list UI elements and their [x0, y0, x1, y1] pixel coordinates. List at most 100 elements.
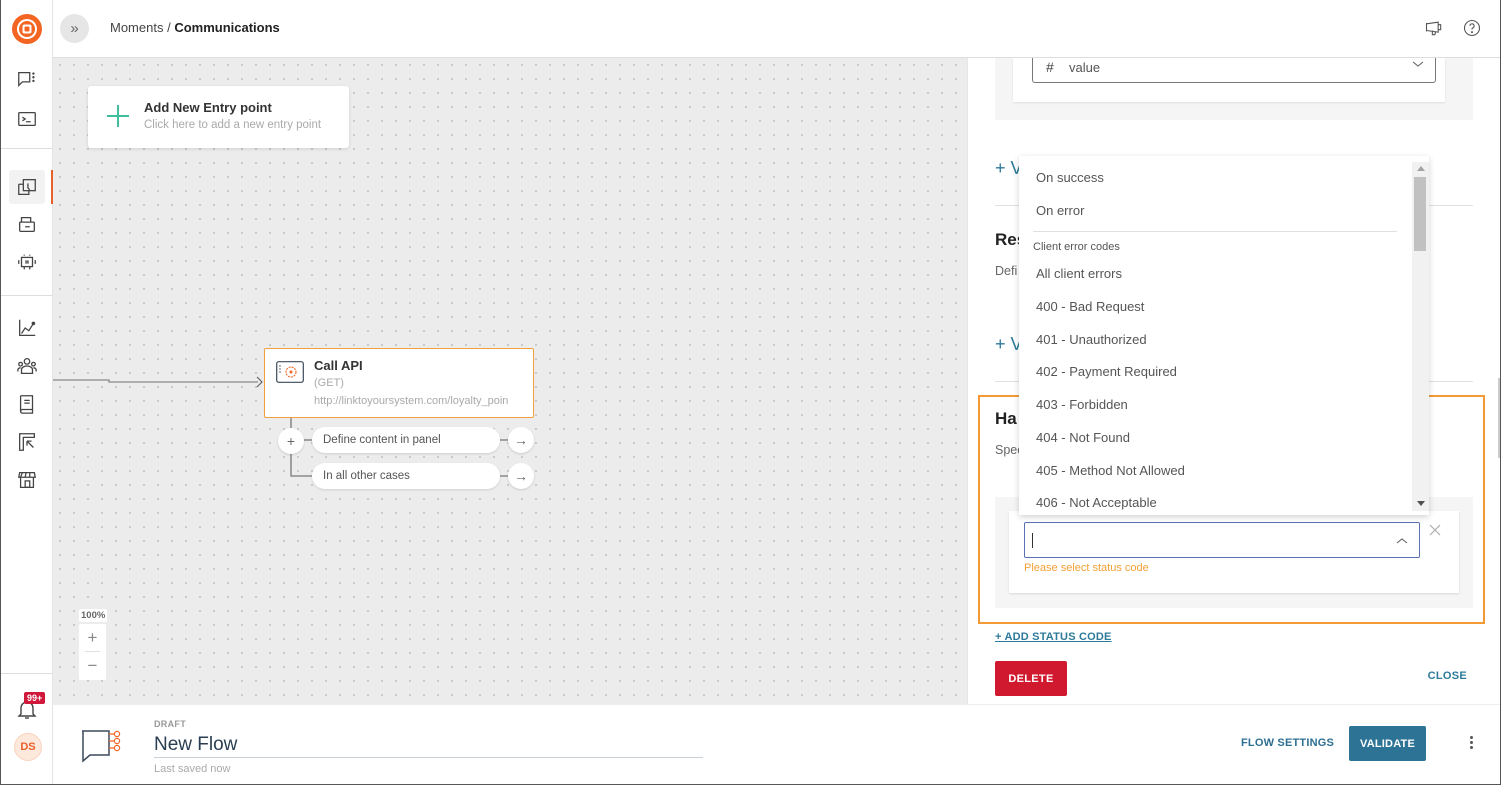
top-bar: » Moments / Communications: [53, 0, 1500, 58]
entry-point-subtitle: Click here to add a new entry point: [144, 119, 322, 131]
status-code-dropdown: On success On error Client error codes A…: [1019, 156, 1429, 515]
plus-icon: +: [286, 433, 296, 449]
brand-logo-icon[interactable]: [12, 14, 42, 44]
rail-item-exports[interactable]: [9, 425, 45, 459]
chevron-up-icon: [1396, 538, 1408, 544]
dropdown-option[interactable]: 406 - Not Acceptable: [1019, 487, 1412, 515]
left-nav-rail: 99+ DS: [1, 0, 53, 784]
bots-icon: [18, 254, 36, 270]
app-window: 99+ DS » Moments / Communications Add Ne…: [0, 0, 1501, 785]
rail-item-broadcast[interactable]: [9, 207, 45, 241]
dropdown-option[interactable]: 403 - Forbidden: [1019, 389, 1412, 422]
dropdown-option[interactable]: On error: [1019, 195, 1412, 228]
zoom-in-button[interactable]: +: [79, 624, 106, 651]
branch-connect-button[interactable]: →: [508, 427, 534, 453]
hash-icon: #: [1046, 59, 1054, 75]
dropdown-option[interactable]: 400 - Bad Request: [1019, 291, 1412, 324]
rail-divider: [1, 295, 53, 296]
rail-active-indicator: [51, 170, 53, 204]
validate-button[interactable]: VALIDATE: [1349, 726, 1426, 761]
zoom-controls: + −: [79, 624, 106, 680]
plus-icon: [107, 105, 129, 127]
rail-item-bots[interactable]: [9, 245, 45, 279]
breadcrumb-parent[interactable]: Moments: [110, 20, 163, 35]
response-section-desc: Defi: [995, 264, 1018, 278]
dropdown-option[interactable]: 405 - Method Not Allowed: [1019, 455, 1412, 488]
rail-divider: [1, 148, 53, 149]
analytics-icon: [19, 319, 36, 336]
add-status-code-link[interactable]: + ADD STATUS CODE: [995, 631, 1112, 643]
flow-canvas[interactable]: Add New Entry point Click here to add a …: [53, 58, 967, 704]
branch-pill[interactable]: Define content in panel: [312, 427, 500, 453]
value-select[interactable]: # value: [1032, 58, 1436, 83]
scroll-up-arrow-icon[interactable]: [1417, 166, 1425, 171]
dropdown-option[interactable]: All client errors: [1019, 258, 1412, 291]
help-icon[interactable]: [1462, 18, 1482, 38]
entry-point-title: Add New Entry point: [144, 100, 272, 115]
conversations-icon: [18, 72, 35, 88]
dropdown-divider: [1033, 231, 1397, 233]
text-caret: [1032, 533, 1033, 548]
announcement-icon[interactable]: [1424, 18, 1444, 38]
dropdown-option[interactable]: 404 - Not Found: [1019, 422, 1412, 455]
more-options-icon[interactable]: [1466, 734, 1476, 754]
console-icon: [18, 111, 36, 127]
rail-item-console[interactable]: [9, 102, 45, 136]
flow-footer: DRAFT New Flow Last saved now FLOW SETTI…: [53, 704, 1500, 784]
flow-settings-button[interactable]: FLOW SETTINGS: [1241, 737, 1334, 749]
user-avatar[interactable]: DS: [14, 733, 42, 761]
exports-icon: [19, 433, 35, 451]
node-title: Call API: [314, 358, 363, 373]
flow-chat-icon: [82, 730, 121, 763]
dropdown-scrollbar[interactable]: [1412, 162, 1429, 511]
arrow-right-icon: →: [514, 468, 528, 484]
docs-icon: [19, 395, 34, 414]
expand-sidebar-button[interactable]: »: [60, 14, 89, 43]
moments-icon: [18, 179, 36, 195]
notifications-badge: 99+: [24, 692, 46, 704]
call-api-node[interactable]: Call API (GET) http://linktoyoursystem.c…: [264, 348, 534, 418]
rail-item-docs[interactable]: [9, 387, 45, 421]
handle-section-title: Ha: [995, 409, 1017, 428]
breadcrumb-current: Communications: [174, 20, 280, 35]
dropdown-option[interactable]: 402 - Payment Required: [1019, 356, 1412, 389]
breadcrumb-separator: /: [163, 20, 175, 35]
arrow-right-icon: →: [514, 432, 528, 448]
rail-item-people[interactable]: [9, 349, 45, 383]
dropdown-option[interactable]: 401 - Unauthorized: [1019, 324, 1412, 357]
close-icon[interactable]: [1429, 524, 1441, 536]
dropdown-group-label: Client error codes: [1033, 241, 1120, 254]
rail-item-conversations[interactable]: [9, 63, 45, 97]
chevron-down-icon: [1412, 61, 1424, 67]
people-icon: [17, 358, 37, 374]
rail-item-analytics[interactable]: [9, 311, 45, 345]
branch-pill[interactable]: In all other cases: [312, 463, 500, 489]
last-saved-text: Last saved now: [154, 763, 231, 775]
add-branch-button[interactable]: +: [278, 428, 304, 454]
node-url: http://linktoyoursystem.com/loyalty_poin: [314, 395, 509, 407]
broadcast-icon: [19, 216, 35, 232]
add-entry-point-card[interactable]: Add New Entry point Click here to add a …: [88, 86, 349, 148]
dropdown-scroll-thumb[interactable]: [1414, 177, 1426, 251]
node-method: (GET): [314, 377, 344, 389]
status-code-select[interactable]: [1024, 522, 1420, 558]
top-icons: [1424, 18, 1482, 38]
store-icon: [17, 472, 37, 488]
status-code-error: Please select status code: [1024, 562, 1149, 574]
breadcrumb: Moments / Communications: [110, 20, 280, 35]
double-chevron-right-icon: »: [70, 20, 79, 37]
scroll-down-arrow-icon[interactable]: [1417, 501, 1425, 506]
delete-button[interactable]: DELETE: [995, 661, 1067, 696]
rail-item-moments[interactable]: [9, 170, 45, 204]
dropdown-option[interactable]: On success: [1019, 162, 1412, 195]
flow-status-label: DRAFT: [154, 719, 186, 729]
flow-name-input[interactable]: New Flow: [154, 732, 703, 758]
rail-divider: [1, 673, 53, 674]
branch-connect-button[interactable]: →: [508, 463, 534, 489]
rail-item-store[interactable]: [9, 463, 45, 497]
value-select-text: value: [1069, 60, 1101, 75]
api-gear-icon: [276, 361, 304, 383]
zoom-level: 100%: [79, 609, 108, 622]
zoom-out-button[interactable]: −: [79, 652, 106, 679]
close-button[interactable]: CLOSE: [1428, 670, 1467, 682]
